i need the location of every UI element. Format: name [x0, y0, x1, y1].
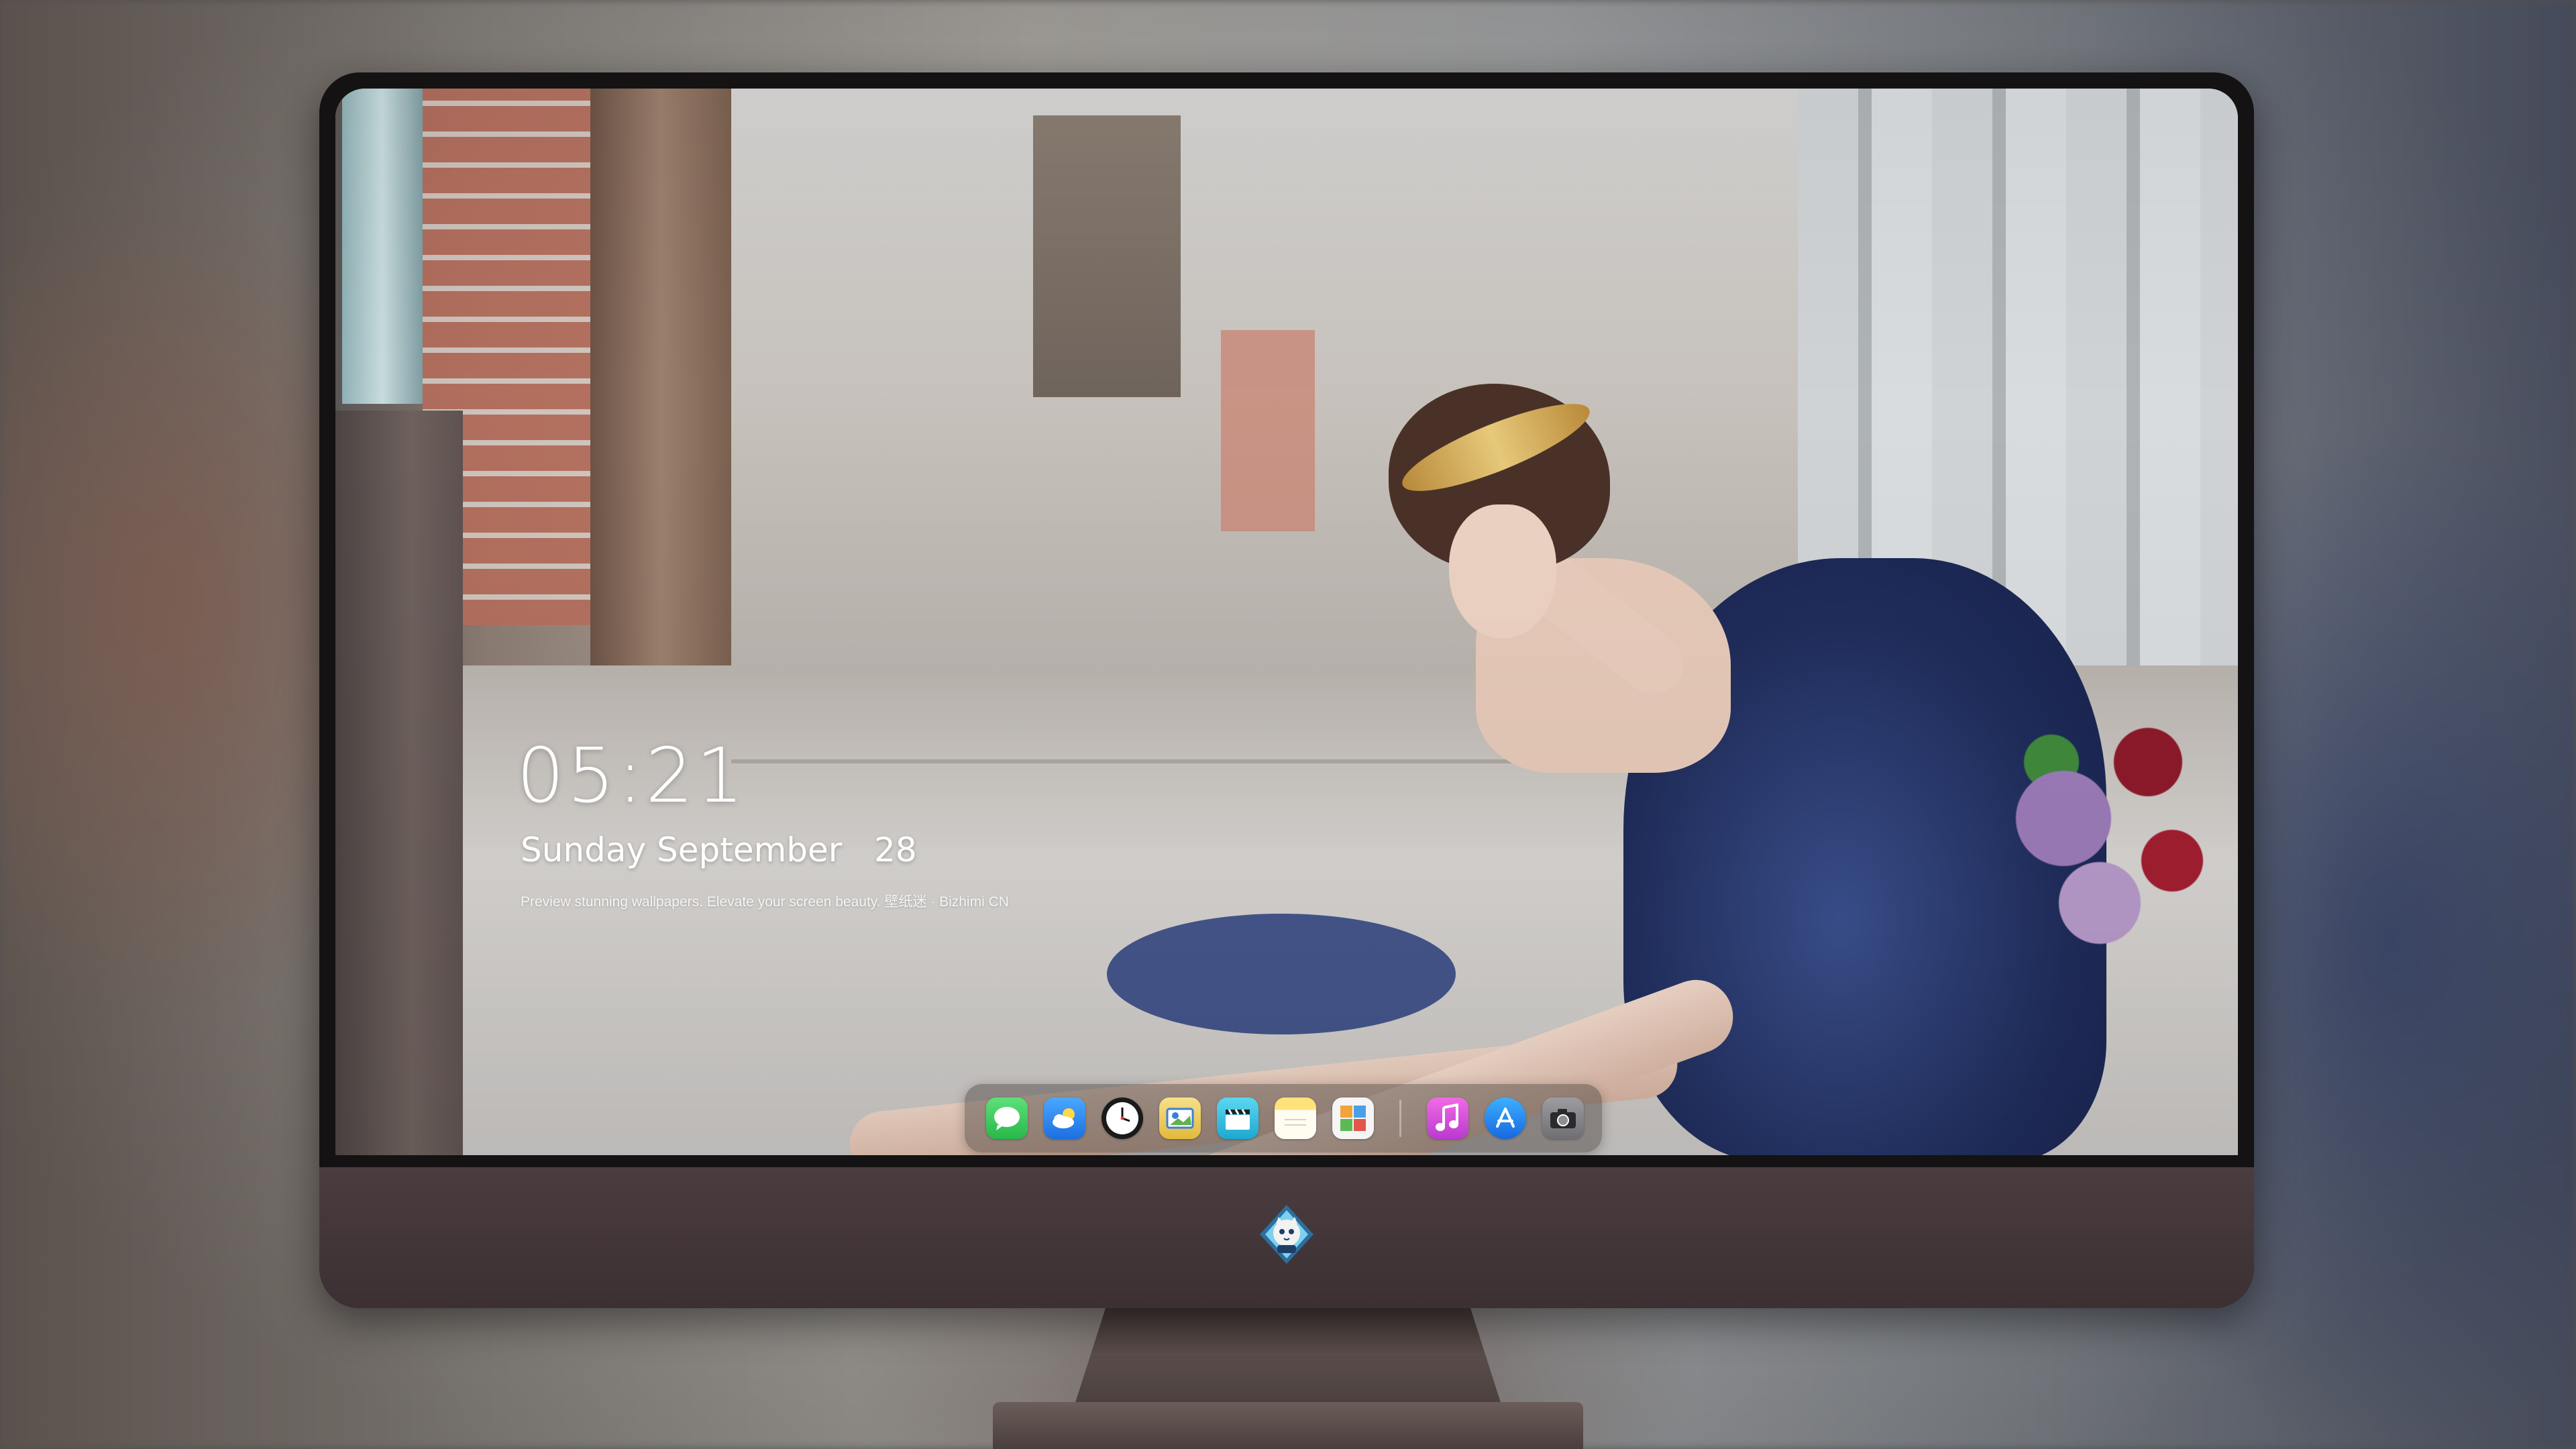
dock-app-clips[interactable]: [1217, 1097, 1258, 1139]
app-store-icon: [1491, 1104, 1520, 1133]
dock-app-camera[interactable]: [1542, 1097, 1584, 1139]
dock-app-notes[interactable]: [1275, 1097, 1316, 1139]
clapperboard-icon: [1222, 1104, 1253, 1132]
monitor: 05:21 Sunday September 28 Preview stunni…: [319, 72, 2254, 1308]
lockscreen-tagline: Preview stunning wallpapers. Elevate you…: [521, 894, 1009, 910]
monitor-stand-neck: [1073, 1301, 1503, 1409]
lockscreen-clock: 05:21: [517, 733, 747, 820]
dock-app-music[interactable]: [1427, 1097, 1468, 1139]
dock-app-messages[interactable]: [986, 1097, 1028, 1139]
dock-app-weather[interactable]: [1044, 1097, 1085, 1139]
monitor-stand-base: [993, 1402, 1583, 1449]
camera-icon: [1548, 1106, 1578, 1131]
cat-mascot-logo-icon: [1254, 1202, 1319, 1267]
dock-app-app-store[interactable]: [1485, 1097, 1526, 1139]
dock-app-clock[interactable]: [1102, 1097, 1143, 1139]
dock: [965, 1084, 1602, 1152]
dock-app-preview[interactable]: [1159, 1097, 1201, 1139]
clock-icon: [1104, 1100, 1140, 1136]
gallery-grid-icon: [1338, 1103, 1368, 1134]
screen-vignette: [335, 89, 2238, 1155]
cloud-sun-icon: [1049, 1105, 1081, 1132]
photo-preview-icon: [1165, 1105, 1195, 1132]
lockscreen-date: Sunday September 28: [521, 830, 917, 869]
dock-separator: [1399, 1099, 1401, 1137]
notes-icon: [1281, 1105, 1310, 1132]
music-note-icon: [1434, 1104, 1461, 1133]
message-bubble-icon: [992, 1105, 1022, 1132]
dock-app-photo-gallery[interactable]: [1332, 1097, 1374, 1139]
screen: 05:21 Sunday September 28 Preview stunni…: [335, 89, 2238, 1155]
